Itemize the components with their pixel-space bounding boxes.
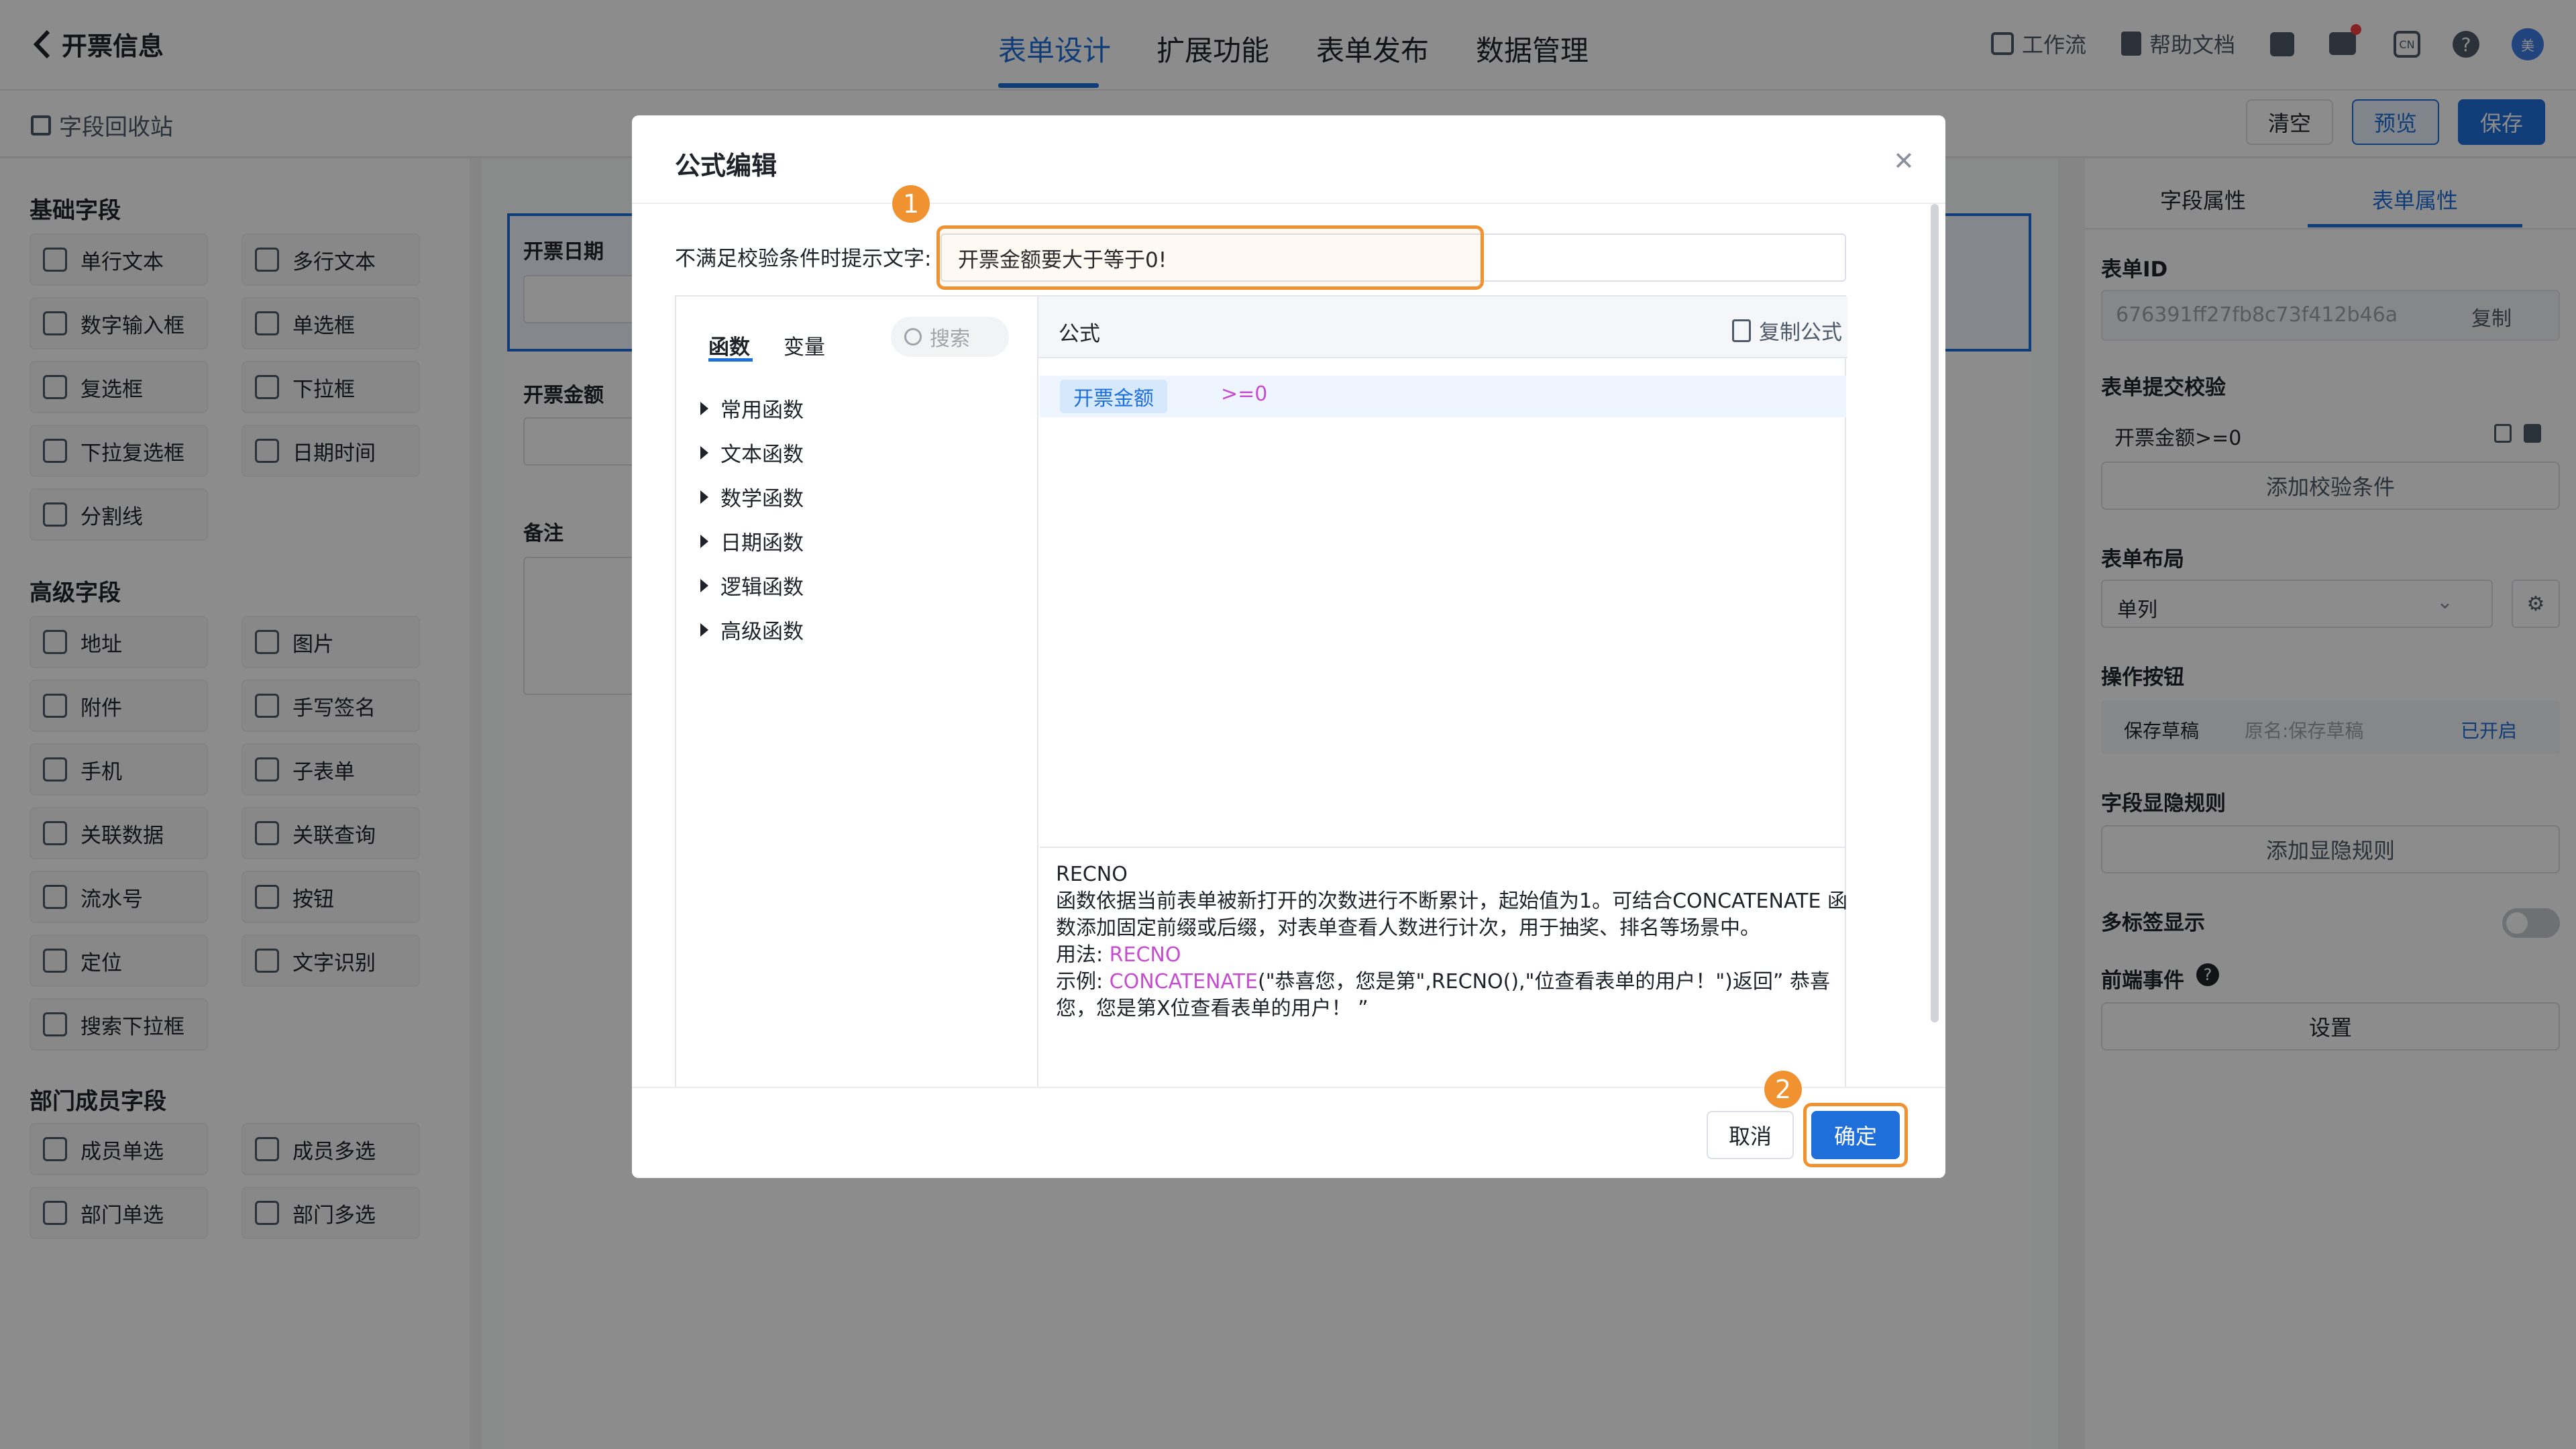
caret-right-icon xyxy=(700,401,708,415)
hint-label: 不满足校验条件时提示文字: xyxy=(675,247,932,271)
desc-example-line-2: 您，您是第X位查看表单的用户！ ” xyxy=(1056,997,1368,1020)
category-label: 高级函数 xyxy=(720,620,804,644)
caret-right-icon xyxy=(700,578,708,592)
step-badge-2: 2 xyxy=(1764,1071,1802,1108)
copy-icon xyxy=(1732,319,1751,342)
formula-header xyxy=(1038,297,1847,358)
tab-variables[interactable]: 变量 xyxy=(784,330,825,360)
category-label: 文本函数 xyxy=(720,443,804,467)
dialog-title: 公式编辑 xyxy=(675,151,777,180)
desc-example: 示例: CONCATENATE("恭喜您，您是第",RECNO(),"位查看表单… xyxy=(1056,969,1830,996)
caret-right-icon xyxy=(700,445,708,460)
example-label: 示例: xyxy=(1056,970,1110,994)
function-category-item[interactable]: 高级函数 xyxy=(700,614,804,645)
example-function: CONCATENATE xyxy=(1109,970,1258,994)
function-category-item[interactable]: 文本函数 xyxy=(700,437,804,468)
step-badge-1: 1 xyxy=(892,185,930,223)
copy-formula-button[interactable]: 复制公式 xyxy=(1732,315,1842,345)
formula-editor: 函数 变量 搜索 常用函数文本函数数学函数日期函数逻辑函数高级函数 公式 复制公… xyxy=(675,295,1847,1178)
confirm-button[interactable]: 确定 xyxy=(1811,1111,1900,1159)
usage-value: RECNO xyxy=(1109,943,1181,967)
function-category-item[interactable]: 常用函数 xyxy=(700,393,804,423)
search-icon xyxy=(904,328,922,345)
desc-line-2: 数添加固定前缀或后缀，对表单查看人数进行计次，用于抽奖、排名等场景中。 xyxy=(1056,916,1760,940)
tab-functions[interactable]: 函数 xyxy=(708,330,750,360)
category-label: 日期函数 xyxy=(720,531,804,555)
function-tab-indicator xyxy=(708,358,753,362)
search-placeholder: 搜索 xyxy=(930,327,970,351)
formula-field-chip[interactable]: 开票金额 xyxy=(1060,380,1167,413)
example-rest: ("恭喜您，您是第",RECNO(),"位查看表单的用户！")返回” 恭喜 xyxy=(1258,970,1830,994)
caret-right-icon xyxy=(700,623,708,637)
copy-formula-label: 复制公式 xyxy=(1759,321,1842,345)
caret-right-icon xyxy=(700,534,708,548)
category-label: 逻辑函数 xyxy=(720,576,804,600)
formula-operator: >=0 xyxy=(1221,382,1268,406)
desc-function-name: RECNO xyxy=(1056,863,1128,886)
usage-label: 用法: xyxy=(1056,943,1110,967)
dialog-scrollbar[interactable] xyxy=(1931,204,1939,1022)
formula-editor-dialog: 公式编辑 ✕ 不满足校验条件时提示文字: 开票金额要大于等于0! 1 函数 变量… xyxy=(632,115,1945,1178)
function-category-item[interactable]: 数学函数 xyxy=(700,482,804,512)
category-label: 常用函数 xyxy=(720,398,804,423)
function-search-input[interactable]: 搜索 xyxy=(891,317,1009,357)
function-tree-panel: 函数 变量 搜索 常用函数文本函数数学函数日期函数逻辑函数高级函数 xyxy=(676,297,1038,1178)
close-icon[interactable]: ✕ xyxy=(1893,146,1915,176)
function-category-item[interactable]: 逻辑函数 xyxy=(700,570,804,600)
desc-line-1: 函数依据当前表单被新打开的次数进行不断累计，起始值为1。可结合CONCATENA… xyxy=(1056,890,1847,913)
category-label: 数学函数 xyxy=(720,487,804,511)
caret-right-icon xyxy=(700,490,708,504)
dialog-header xyxy=(632,115,1945,204)
formula-header-label: 公式 xyxy=(1059,322,1100,346)
function-category-item[interactable]: 日期函数 xyxy=(700,526,804,556)
highlight-box-1 xyxy=(936,225,1484,290)
desc-usage: 用法: RECNO xyxy=(1056,942,1181,969)
cancel-button[interactable]: 取消 xyxy=(1707,1111,1794,1159)
